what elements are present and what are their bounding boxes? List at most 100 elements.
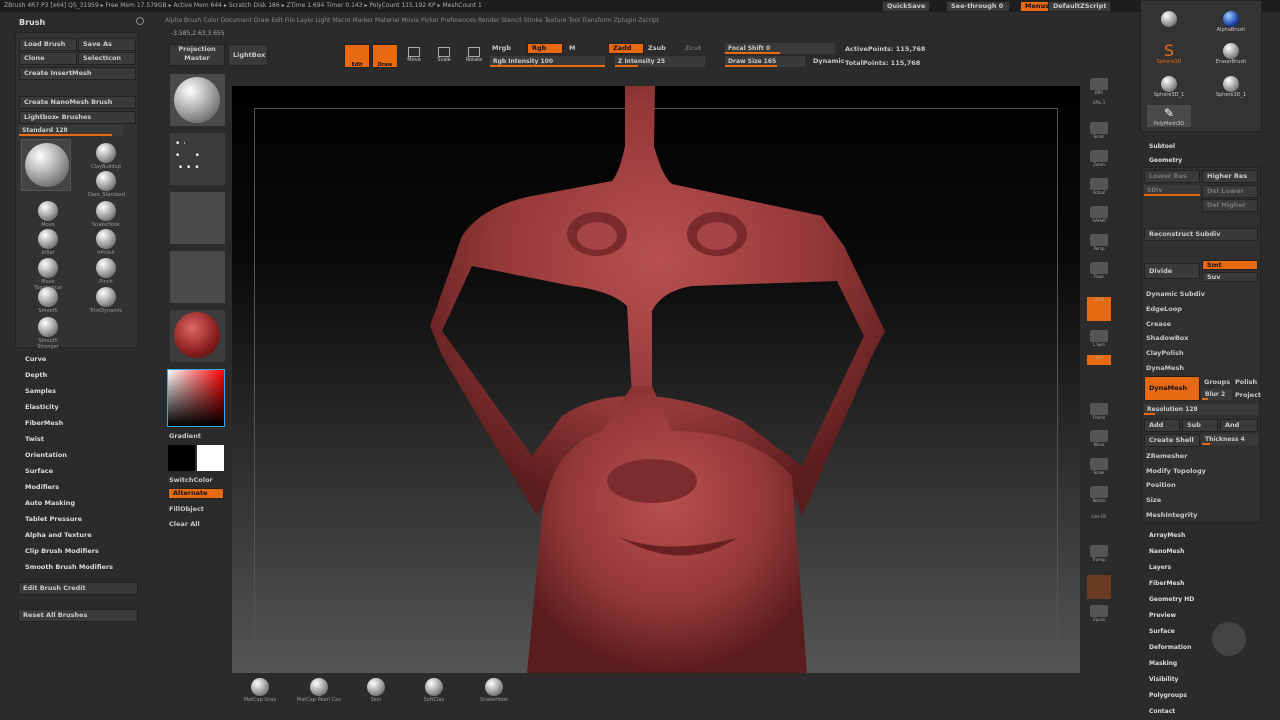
tool-sphere3d[interactable]: S Sphere3D bbox=[1147, 43, 1191, 66]
geometry-menu[interactable]: Geometry bbox=[1149, 157, 1182, 164]
xyz-button[interactable]: Xyz bbox=[1087, 355, 1111, 365]
transp-button[interactable]: Transp bbox=[1087, 545, 1111, 567]
move-button[interactable]: Move bbox=[404, 47, 424, 63]
stroke-thumbnail[interactable]: • · • • • • • bbox=[170, 133, 225, 185]
brush-thumbnail[interactable] bbox=[170, 74, 225, 126]
z-intensity-slider[interactable]: Z Intensity 25 bbox=[615, 56, 705, 67]
persp-button[interactable]: Persp bbox=[1087, 234, 1111, 256]
brush-smoothstronger[interactable]: Smooth Stronger bbox=[30, 317, 66, 350]
projection-master-button[interactable]: Projection Master bbox=[169, 44, 225, 66]
blur-slider[interactable]: Blur 2 bbox=[1202, 389, 1232, 400]
matcap-pearl[interactable]: MatCap Pearl Cav bbox=[291, 678, 347, 703]
frame-button[interactable]: Frame bbox=[1087, 403, 1111, 425]
reset-all-brushes-button[interactable]: Reset All Brushes bbox=[18, 609, 138, 622]
menu-fibermesh[interactable]: FiberMesh bbox=[25, 419, 63, 427]
skin-material[interactable]: Skin bbox=[356, 678, 396, 703]
subtool-menu[interactable]: Subtool bbox=[1149, 143, 1175, 150]
texture-thumbnail[interactable] bbox=[170, 251, 225, 303]
crease-menu[interactable]: Crease bbox=[1146, 320, 1171, 328]
tool-sphere3d-1[interactable]: Sphere3D_1 bbox=[1147, 76, 1191, 98]
menu-masking[interactable]: Masking bbox=[1149, 660, 1177, 667]
brush-pinch[interactable]: Pinch bbox=[88, 258, 124, 285]
panel-close-icon[interactable] bbox=[136, 17, 144, 25]
menu-depth[interactable]: Depth bbox=[25, 371, 47, 379]
edit-button[interactable]: Edit bbox=[344, 44, 370, 68]
bpr-button[interactable]: BPR bbox=[1087, 78, 1111, 100]
higher-res-button[interactable]: Higher Res bbox=[1202, 170, 1258, 183]
rotate-view-button[interactable]: Rotate bbox=[1087, 486, 1111, 508]
and-button[interactable]: And bbox=[1220, 419, 1258, 432]
canvas-viewport[interactable] bbox=[232, 86, 1080, 673]
matcap-gray[interactable]: MatCap Gray bbox=[236, 678, 284, 703]
scale-button[interactable]: Scale bbox=[434, 47, 454, 63]
color-picker[interactable] bbox=[167, 369, 225, 427]
position-menu[interactable]: Position bbox=[1146, 481, 1176, 489]
brush-hpolish[interactable]: hPolish bbox=[88, 229, 124, 256]
menu-curve[interactable]: Curve bbox=[25, 355, 46, 363]
rgb-intensity-slider[interactable]: Rgb Intensity 100 bbox=[490, 56, 605, 67]
snakehook-brush[interactable]: SnakeHook bbox=[474, 678, 514, 703]
menu-alpha-texture[interactable]: Alpha and Texture bbox=[25, 531, 92, 539]
menu-arraymesh[interactable]: ArrayMesh bbox=[1149, 532, 1185, 539]
load-brush-button[interactable]: Load Brush bbox=[19, 38, 77, 51]
add-button[interactable]: Add bbox=[1144, 419, 1180, 432]
polish-toggle[interactable]: Polish bbox=[1235, 378, 1257, 386]
meshintegrity-menu[interactable]: MeshIntegrity bbox=[1146, 511, 1197, 519]
material-thumbnail[interactable] bbox=[170, 310, 225, 362]
clone-button[interactable]: Clone bbox=[19, 52, 77, 65]
aahalf-button[interactable]: AAHalf bbox=[1087, 206, 1111, 228]
linefill-button[interactable]: Line Fill bbox=[1087, 514, 1111, 536]
mrgb-button[interactable]: Mrgb bbox=[492, 44, 511, 52]
quicksave-button[interactable]: QuickSave bbox=[882, 1, 931, 12]
focal-shift-slider[interactable]: Focal Shift 0 bbox=[725, 43, 835, 54]
current-brush-thumb[interactable] bbox=[21, 139, 71, 191]
actual-button[interactable]: Actual bbox=[1087, 178, 1111, 200]
menu-clipbrush[interactable]: Clip Brush Modifiers bbox=[25, 547, 99, 555]
softclay-material[interactable]: SoftClay bbox=[414, 678, 454, 703]
modify-topology-menu[interactable]: Modify Topology bbox=[1146, 467, 1206, 475]
menu-automasking[interactable]: Auto Masking bbox=[25, 499, 75, 507]
tool-simplebrush[interactable] bbox=[1147, 11, 1191, 27]
lightbox-button[interactable]: LightBox bbox=[228, 44, 268, 66]
brush-damstandard[interactable]: Dam_Standard bbox=[88, 171, 125, 198]
zadd-button[interactable]: Zadd bbox=[608, 43, 644, 54]
menu-surface[interactable]: Surface bbox=[25, 467, 53, 475]
menu-elasticity[interactable]: Elasticity bbox=[25, 403, 59, 411]
edgeloop-menu[interactable]: EdgeLoop bbox=[1146, 305, 1182, 313]
tool-alphabrush[interactable]: AlphaBrush bbox=[1209, 11, 1253, 33]
scroll-button[interactable]: Scroll bbox=[1087, 122, 1111, 144]
local-button[interactable]: Local bbox=[1087, 297, 1111, 321]
brush-move[interactable]: Move bbox=[30, 201, 66, 228]
menu-contact[interactable]: Contact bbox=[1149, 708, 1175, 715]
sub-button[interactable]: Sub bbox=[1182, 419, 1218, 432]
claypolish-menu[interactable]: ClayPolish bbox=[1146, 349, 1184, 357]
scale-view-button[interactable]: Scale bbox=[1087, 458, 1111, 480]
color-swatch[interactable] bbox=[1087, 575, 1111, 599]
switchcolor-button[interactable]: SwitchColor bbox=[169, 476, 213, 484]
brush-smooth[interactable]: Smooth bbox=[30, 287, 66, 314]
brush-snakehook[interactable]: SnakeHook bbox=[88, 201, 124, 228]
create-insertmesh-button[interactable]: Create InsertMesh bbox=[19, 67, 136, 80]
lsym-button[interactable]: L.Sym bbox=[1087, 330, 1111, 352]
reconstruct-subdiv-button[interactable]: Reconstruct Subdiv bbox=[1144, 228, 1258, 241]
dynamesh-button[interactable]: DynaMesh bbox=[1144, 376, 1200, 401]
zremesher-menu[interactable]: ZRemesher bbox=[1146, 452, 1187, 460]
select-icon-button[interactable]: SelectIcon bbox=[78, 52, 136, 65]
lower-res-button[interactable]: Lower Res bbox=[1144, 170, 1200, 183]
move-view-button[interactable]: Move bbox=[1087, 430, 1111, 452]
menu-surface-tool[interactable]: Surface bbox=[1149, 628, 1175, 635]
menu-twist[interactable]: Twist bbox=[25, 435, 44, 443]
divide-button[interactable]: Divide bbox=[1144, 263, 1200, 279]
shadowbox-menu[interactable]: ShadowBox bbox=[1146, 334, 1188, 342]
thickness-slider[interactable]: Thickness 4 bbox=[1202, 434, 1258, 445]
suv-toggle[interactable]: Suv bbox=[1202, 272, 1258, 282]
fillobject-button[interactable]: FillObject bbox=[169, 505, 204, 513]
menu-deformation[interactable]: Deformation bbox=[1149, 644, 1191, 651]
project-toggle[interactable]: Project bbox=[1235, 391, 1261, 399]
menu-layers[interactable]: Layers bbox=[1149, 564, 1171, 571]
menu-samples[interactable]: Samples bbox=[25, 387, 56, 395]
brush-inflat[interactable]: Inflat bbox=[30, 229, 66, 256]
smt-toggle[interactable]: Smt bbox=[1202, 260, 1258, 270]
del-lower-button[interactable]: Del Lower bbox=[1202, 185, 1258, 198]
rotate-button[interactable]: Rotate bbox=[464, 47, 484, 63]
